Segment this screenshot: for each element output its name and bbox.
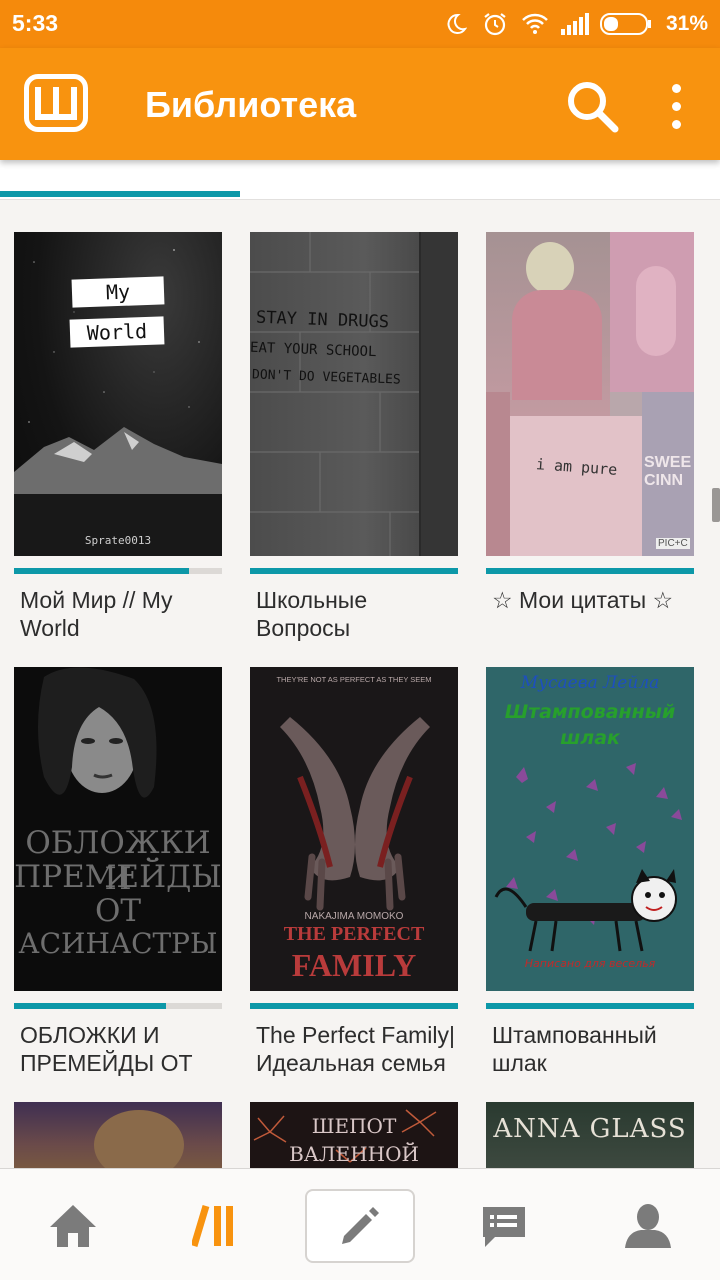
book-title[interactable]: Штампованный шлак — [492, 1021, 696, 1077]
progress-fill — [14, 568, 189, 574]
messages-icon — [483, 1207, 525, 1247]
book-title[interactable]: Школьные Вопросы — [256, 586, 460, 642]
cover-tagline: THEY'RE NOT AS PERFECT AS THEY SEEM — [276, 675, 432, 684]
wifi-icon — [520, 9, 550, 39]
book-title[interactable]: Мой Мир // My World — [20, 586, 224, 642]
reading-progress-bar — [486, 1003, 694, 1009]
reading-progress-bar — [486, 568, 694, 574]
previous-row-partial — [0, 160, 720, 200]
reading-progress-bar — [14, 568, 222, 574]
book-cover[interactable]: STAY IN DRUGS EAT YOUR SCHOOL DON'T DO V… — [250, 232, 458, 556]
progress-fill — [250, 1003, 458, 1009]
book-title[interactable]: ОБЛОЖКИ И ПРЕМЕЙДЫ ОТ А... — [20, 1021, 224, 1077]
cover-title: ВАЛЕННОЙ — [289, 1142, 419, 1166]
cover-label: World — [69, 316, 165, 348]
cover-label: My — [71, 276, 165, 308]
reading-progress-bar — [250, 1003, 458, 1009]
book-title[interactable]: The Perfect Family| Идеальная семья — [256, 1021, 460, 1077]
book-card[interactable]: ANNA GLASS — [486, 1102, 694, 1172]
bottom-navigation — [0, 1168, 720, 1280]
alarm-icon — [480, 9, 510, 39]
book-card[interactable]: ОБЛОЖКИ И ПРЕМЕЙДЫ ОТ АСИНАСТРЫ ОБЛОЖКИ … — [14, 667, 222, 1076]
book-card[interactable]: THEY'RE NOT AS PERFECT AS THEY SEEM NAKA… — [250, 667, 458, 1076]
book-cover[interactable]: My World Sprate0013 — [14, 232, 222, 556]
cover-text: SWEE — [644, 454, 692, 471]
book-cover[interactable]: ШЕПОТ ВАЛЕННОЙ — [250, 1102, 458, 1172]
reading-progress-bar — [250, 568, 458, 574]
cover-title: ANNA GLASS — [493, 1114, 687, 1144]
book-cover[interactable]: THEY'RE NOT AS PERFECT AS THEY SEEM NAKA… — [250, 667, 458, 991]
write-icon — [342, 1207, 379, 1244]
app-bar: Библиотека — [0, 48, 720, 160]
book-cover[interactable]: i am pure SWEE CINN PIC+C — [486, 232, 694, 556]
book-card[interactable] — [14, 1102, 222, 1172]
book-title[interactable]: ☆ Мои цитаты ☆ — [492, 586, 696, 642]
nav-messages[interactable] — [449, 1189, 559, 1263]
moon-icon — [440, 9, 470, 39]
scrollbar-thumb[interactable] — [712, 488, 720, 522]
status-time: 5:33 — [12, 10, 59, 36]
profile-icon — [625, 1204, 671, 1248]
progress-fill — [486, 1003, 694, 1009]
cover-author: Мусаева Лейла — [520, 673, 660, 693]
nav-library[interactable] — [162, 1189, 272, 1263]
search-icon[interactable] — [562, 76, 622, 136]
reading-progress-bar — [14, 1003, 222, 1009]
cover-text: АСИНАСТРЫ — [18, 927, 218, 960]
page-title: Библиотека — [145, 84, 357, 125]
app-logo-icon[interactable] — [24, 74, 88, 132]
cover-author: Sprate0013 — [84, 534, 152, 547]
progress-fill — [250, 568, 458, 574]
book-card[interactable]: Мусаева Лейла Штампованный шлак Написано… — [486, 667, 694, 1076]
nav-home[interactable] — [18, 1189, 128, 1263]
progress-fill — [14, 1003, 166, 1009]
library-icon — [192, 1204, 233, 1248]
battery-icon — [599, 12, 652, 36]
book-cover[interactable]: Мусаева Лейла Штампованный шлак Написано… — [486, 667, 694, 991]
progress-bar — [0, 191, 240, 197]
cover-subtitle: Написано для веселья — [524, 957, 656, 970]
cover-text: ОТ — [94, 893, 142, 929]
cover-text: PIC+C — [656, 538, 690, 549]
book-cover[interactable]: ANNA GLASS — [486, 1102, 694, 1172]
book-card[interactable]: i am pure SWEE CINN PIC+C ☆ Мои цитаты ☆ — [486, 232, 694, 613]
signal-icon — [560, 9, 590, 39]
cover-title: FAMILY — [291, 947, 417, 983]
book-card[interactable]: STAY IN DRUGS EAT YOUR SCHOOL DON'T DO V… — [250, 232, 458, 641]
cover-title: шлак — [560, 727, 620, 749]
cover-title: Штампованный — [504, 701, 676, 723]
nav-write[interactable] — [305, 1189, 415, 1263]
progress-fill — [486, 568, 694, 574]
book-card[interactable]: My World Sprate0013 Мой Мир // My World — [14, 232, 222, 641]
cover-text: ПРЕМЕЙДЫ — [14, 859, 222, 895]
book-cover[interactable] — [14, 1102, 222, 1172]
book-cover[interactable]: ОБЛОЖКИ И ПРЕМЕЙДЫ ОТ АСИНАСТРЫ — [14, 667, 222, 991]
cover-text: CINN — [644, 472, 684, 489]
home-icon — [50, 1205, 96, 1247]
status-bar: 5:33 31% — [0, 0, 720, 48]
cover-title: THE PERFECT — [283, 923, 425, 945]
more-vert-icon[interactable] — [656, 76, 696, 136]
cover-title: ШЕПОТ — [311, 1114, 397, 1138]
battery-percent: 31% — [665, 12, 708, 35]
cover-author: NAKAJIMA MOMOKO — [304, 911, 404, 922]
nav-profile[interactable] — [593, 1189, 703, 1263]
book-card[interactable]: ШЕПОТ ВАЛЕННОЙ — [250, 1102, 458, 1172]
